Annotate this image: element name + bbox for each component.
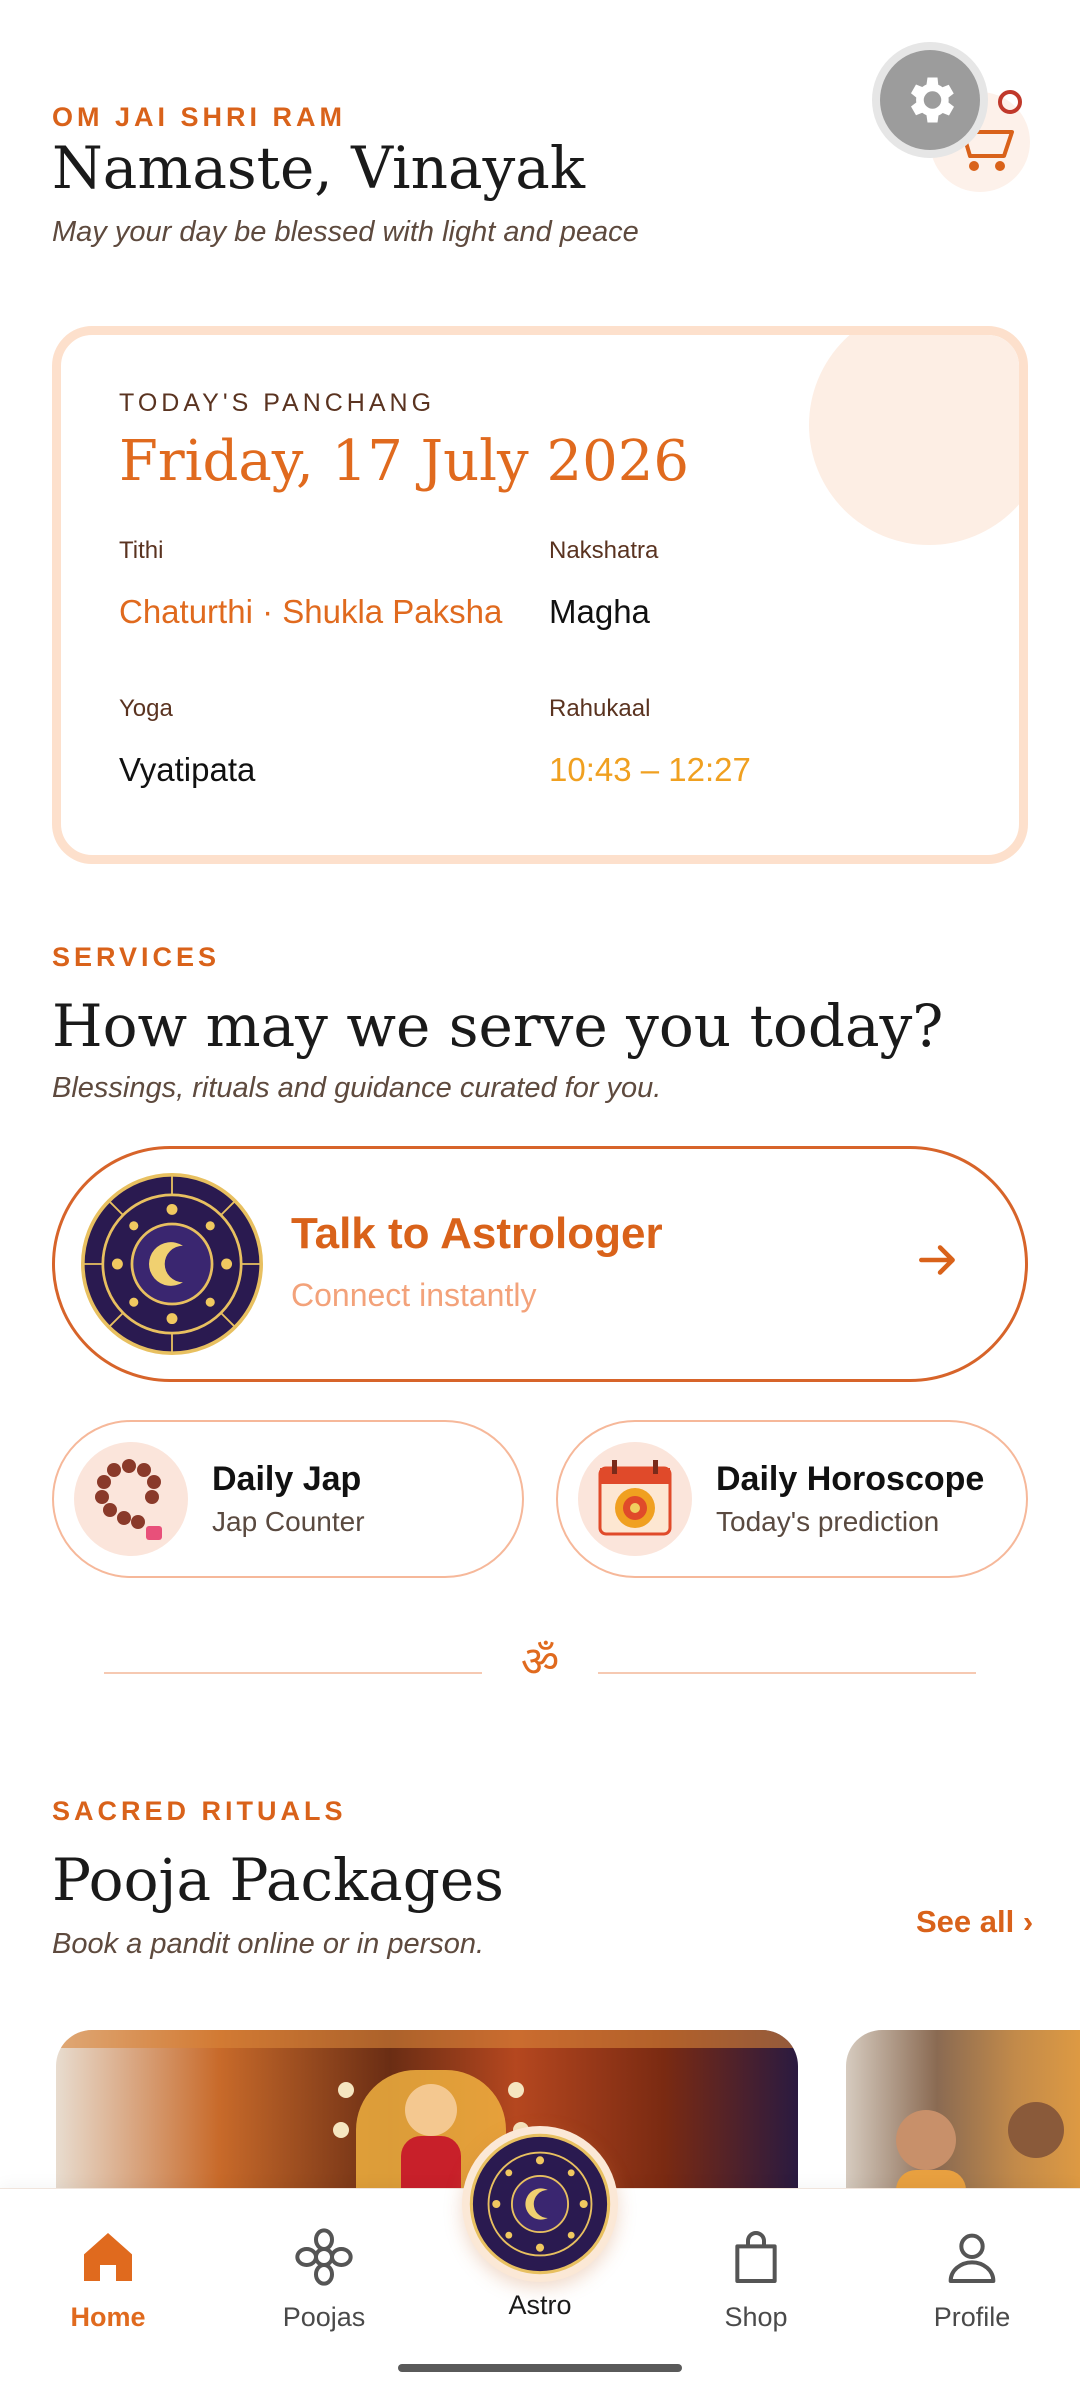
nav-profile-label: Profile: [933, 2302, 1011, 2332]
yoga-value: Vyatipata: [119, 751, 256, 788]
rahukaal-label: Rahukaal: [549, 695, 651, 722]
nav-shop[interactable]: Shop: [676, 2225, 836, 2333]
greeting-subtitle: May your day be blessed with light and p…: [52, 216, 639, 248]
divider-line-right: [598, 1672, 976, 1674]
om-icon: ॐ: [520, 1638, 560, 1685]
daily-horoscope-subtitle: Today's prediction: [716, 1506, 940, 1537]
calendar-icon: [578, 1442, 692, 1556]
nav-astro-label: Astro: [508, 2290, 572, 2320]
greeting-title: Namaste, Vinayak: [52, 134, 586, 202]
pooja-packages-title: Pooja Packages: [52, 1846, 504, 1914]
daily-jap-card[interactable]: Daily Jap Jap Counter: [52, 1420, 524, 1578]
panchang-date: Friday, 17 July 2026: [119, 429, 690, 494]
daily-jap-title: Daily Jap: [212, 1460, 362, 1498]
zodiac-wheel-icon: [469, 2133, 611, 2275]
tithi-label: Tithi: [119, 537, 164, 564]
panchang-card: TODAY'S PANCHANG Friday, 17 July 2026 Ti…: [52, 326, 1028, 864]
settings-button[interactable]: [880, 50, 980, 150]
astrologer-subtitle: Connect instantly: [291, 1277, 537, 1313]
nav-profile[interactable]: Profile: [892, 2225, 1052, 2333]
yoga-label: Yoga: [119, 695, 173, 722]
rituals-eyebrow: SACRED RITUALS: [52, 1796, 347, 1826]
nav-astro-button[interactable]: [462, 2126, 618, 2282]
talk-to-astrologer-card[interactable]: Talk to Astrologer Connect instantly: [52, 1146, 1028, 1382]
tithi-value: Chaturthi · Shukla Paksha: [119, 593, 503, 630]
services-eyebrow: SERVICES: [52, 942, 221, 972]
rahukaal-value: 10:43 – 12:27: [549, 751, 751, 788]
header-eyebrow: OM JAI SHRI RAM: [52, 102, 347, 132]
shopping-bag-icon: [735, 2231, 777, 2283]
nav-shop-label: Shop: [724, 2302, 788, 2332]
services-title: How may we serve you today?: [52, 992, 944, 1060]
pooja-packages-subtitle: Book a pandit online or in person.: [52, 1928, 485, 1960]
cart-badge: [998, 90, 1022, 114]
decorative-circle: [809, 335, 1019, 545]
zodiac-wheel-icon: [81, 1173, 263, 1355]
panchang-label: TODAY'S PANCHANG: [119, 389, 436, 417]
home-indicator[interactable]: [398, 2364, 682, 2372]
services-subtitle: Blessings, rituals and guidance curated …: [52, 1072, 662, 1104]
prayer-beads-icon: [74, 1442, 188, 1556]
astrologer-title: Talk to Astrologer: [291, 1209, 663, 1258]
nav-home[interactable]: Home: [28, 2225, 188, 2333]
nakshatra-label: Nakshatra: [549, 537, 659, 564]
flower-icon: [295, 2228, 353, 2286]
person-icon: [948, 2233, 996, 2283]
nav-home-label: Home: [70, 2302, 146, 2332]
home-icon: [84, 2233, 132, 2281]
daily-horoscope-title: Daily Horoscope: [716, 1460, 985, 1498]
nav-poojas[interactable]: Poojas: [244, 2225, 404, 2333]
nav-poojas-label: Poojas: [282, 2302, 366, 2332]
daily-horoscope-card[interactable]: Daily Horoscope Today's prediction: [556, 1420, 1028, 1578]
nakshatra-value: Magha: [549, 593, 650, 630]
daily-jap-subtitle: Jap Counter: [212, 1506, 365, 1537]
divider-line-left: [104, 1672, 482, 1674]
arrow-right-icon: [919, 1245, 955, 1275]
see-all-link[interactable]: See all ›: [916, 1904, 1033, 1940]
gear-icon: [911, 77, 954, 123]
